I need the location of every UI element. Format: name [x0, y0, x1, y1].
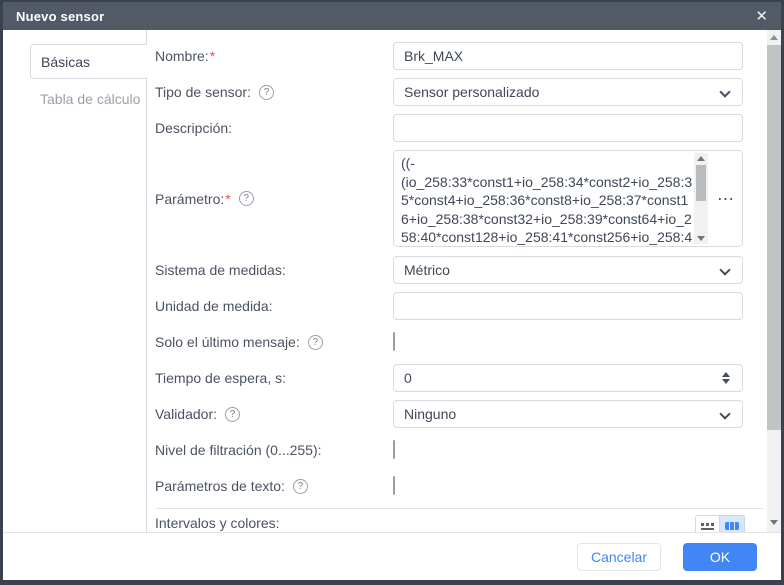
- help-icon[interactable]: ?: [225, 407, 240, 422]
- chevron-down-icon: [719, 264, 730, 275]
- scroll-down-icon[interactable]: [697, 236, 705, 241]
- dots-list-icon: [701, 523, 714, 530]
- nombre-label: Nombre:*: [155, 48, 393, 64]
- parametros-texto-label: Parámetros de texto: ?: [155, 478, 393, 494]
- tab-basicas[interactable]: Básicas: [30, 44, 147, 79]
- parametro-textarea[interactable]: ((- (io_258:33*const1+io_258:34*const2+i…: [393, 150, 743, 247]
- scroll-down-icon[interactable]: [770, 520, 778, 525]
- required-asterisk: *: [210, 48, 215, 64]
- nivel-filtracion-label: Nivel de filtración (0...255):: [155, 442, 393, 458]
- row-solo-ultimo-mensaje: Solo el último mensaje: ?: [155, 328, 767, 356]
- dialog-footer: Cancelar OK: [3, 532, 781, 580]
- intervals-view-toggle: [695, 515, 745, 532]
- intervalos-label: Intervalos y colores:: [155, 515, 393, 531]
- row-nivel-filtracion: Nivel de filtración (0...255):: [155, 436, 767, 464]
- scroll-up-icon[interactable]: [770, 35, 778, 40]
- row-tipo-sensor: Tipo de sensor: ? Sensor personalizado: [155, 78, 767, 106]
- row-validador: Validador: ? Ninguno: [155, 400, 767, 428]
- scroll-up-icon[interactable]: [697, 156, 705, 161]
- validador-value: Ninguno: [404, 406, 456, 422]
- tiempo-espera-label: Tiempo de espera, s:: [155, 370, 393, 386]
- sistema-medidas-select[interactable]: Métrico: [393, 256, 743, 284]
- sistema-medidas-value: Métrico: [404, 262, 450, 278]
- dialog-body: Básicas Tabla de cálculo Nombre:* Tipo d…: [3, 30, 781, 532]
- chevron-down-icon: [719, 86, 730, 97]
- row-intervalos-colores: Intervalos y colores:: [155, 515, 767, 532]
- dialog-titlebar: Nuevo sensor ✕: [3, 2, 781, 30]
- cancel-button[interactable]: Cancelar: [577, 543, 661, 571]
- row-descripcion: Descripción:: [155, 114, 767, 142]
- dialog-scrollbar[interactable]: [767, 30, 781, 532]
- parametro-label: Parámetro:* ?: [155, 191, 393, 207]
- required-asterisk: *: [225, 191, 230, 207]
- solo-ultimo-checkbox[interactable]: [393, 332, 395, 351]
- validador-label: Validador: ?: [155, 406, 393, 422]
- nivel-filtracion-checkbox[interactable]: [393, 440, 395, 459]
- descripcion-input[interactable]: [393, 114, 743, 142]
- parametro-more-button[interactable]: ⋯: [717, 190, 735, 207]
- intervals-list-view-button[interactable]: [695, 515, 720, 532]
- tab-tabla-de-calculo[interactable]: Tabla de cálculo: [30, 81, 146, 116]
- sensor-form: Nombre:* Tipo de sensor: ? Sensor person…: [147, 30, 767, 532]
- row-sistema-medidas: Sistema de medidas: Métrico: [155, 256, 767, 284]
- row-tiempo-espera: Tiempo de espera, s:: [155, 364, 767, 392]
- ok-button[interactable]: OK: [683, 543, 757, 571]
- row-unidad-medida: Unidad de medida:: [155, 292, 767, 320]
- solo-ultimo-label: Solo el último mensaje: ?: [155, 334, 393, 350]
- new-sensor-dialog: Nuevo sensor ✕ Básicas Tabla de cálculo …: [0, 0, 784, 585]
- close-icon[interactable]: ✕: [755, 9, 768, 24]
- descripcion-label: Descripción:: [155, 120, 393, 136]
- intervals-bar-view-button[interactable]: [720, 515, 745, 532]
- dialog-title: Nuevo sensor: [16, 9, 104, 24]
- chevron-down-icon: [719, 408, 730, 419]
- row-nombre: Nombre:*: [155, 42, 767, 70]
- row-parametro: Parámetro:* ? ((- (io_258:33*const1+io_2…: [155, 150, 767, 247]
- tab-basicas-label: Básicas: [41, 54, 90, 70]
- tipo-sensor-select[interactable]: Sensor personalizado: [393, 78, 743, 106]
- stepper-icon[interactable]: [722, 372, 730, 384]
- help-icon[interactable]: ?: [293, 479, 308, 494]
- scrollbar-thumb[interactable]: [696, 165, 706, 201]
- parametro-formula-text: ((- (io_258:33*const1+io_258:34*const2+i…: [401, 154, 693, 247]
- row-parametros-texto: Parámetros de texto: ?: [155, 472, 767, 500]
- nombre-input[interactable]: [393, 42, 743, 70]
- help-icon[interactable]: ?: [239, 191, 254, 206]
- help-icon[interactable]: ?: [259, 85, 274, 100]
- tipo-sensor-value: Sensor personalizado: [404, 84, 539, 100]
- textarea-scrollbar[interactable]: [694, 153, 708, 244]
- section-divider: [155, 508, 763, 509]
- parametros-texto-checkbox[interactable]: [393, 476, 395, 495]
- unidad-medida-label: Unidad de medida:: [155, 298, 393, 314]
- validador-select[interactable]: Ninguno: [393, 400, 743, 428]
- unidad-medida-input[interactable]: [393, 292, 743, 320]
- sistema-medidas-label: Sistema de medidas:: [155, 262, 393, 278]
- scrollbar-thumb[interactable]: [767, 45, 781, 430]
- tab-strip: Básicas Tabla de cálculo: [3, 30, 147, 532]
- tiempo-espera-input[interactable]: [393, 364, 743, 392]
- tab-tabla-label: Tabla de cálculo: [40, 91, 140, 107]
- tipo-sensor-label: Tipo de sensor: ?: [155, 84, 393, 100]
- help-icon[interactable]: ?: [308, 335, 323, 350]
- color-bar-icon: [725, 522, 739, 530]
